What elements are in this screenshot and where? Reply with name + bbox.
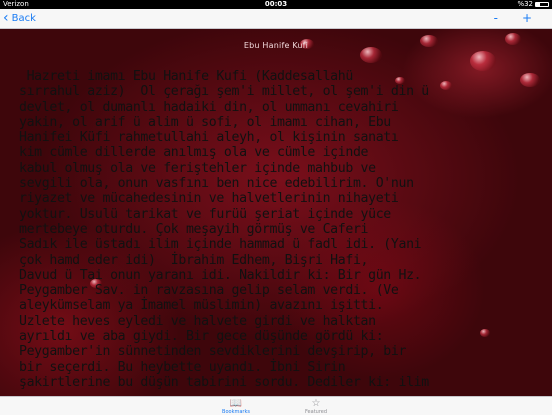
text-line: sırrahul aziz) Ol çerağı şem'i millet, o… [19, 84, 429, 100]
text-line: Hanifei Küfi rahmetullahi aleyh, ol kişi… [19, 130, 399, 146]
text-line: mertebeye oturdu. Çok meşayih görmüş ve … [19, 221, 369, 237]
text-line: çok hamd eder idi) İbrahim Edhem, Bişri … [19, 252, 369, 268]
clock: 00:03 [264, 0, 288, 8]
back-button[interactable]: ‹ Back [3, 11, 36, 26]
font-larger-button[interactable]: + [522, 11, 532, 26]
text-line: riyazet ve mücahedesinin ve halvetlerini… [19, 191, 399, 207]
navigation-bar: ‹ Back - + [0, 9, 552, 29]
tab-label: Bookmarks [222, 409, 250, 415]
text-line: devlet, ol dumanlı hadaiki din, ol umman… [19, 99, 399, 115]
chapter-text: Hazreti imamı Ebu Hanife Kufi (Kaddesall… [19, 69, 535, 390]
text-line: ayrıldı ve aba giydi. Bir gece düşünde g… [19, 329, 384, 345]
text-line: Hazreti imamı Ebu Hanife Kufi (Kaddesall… [19, 69, 354, 84]
tab-bar: 📖 Bookmarks ☆ Featured [0, 396, 552, 415]
text-line: bir seçerdi. Bu heybette uyandı. İbni Si… [19, 359, 346, 375]
chapter-title: Ebu Hanife Kufi [243, 41, 309, 50]
font-smaller-button[interactable]: - [494, 11, 498, 26]
battery-fill [536, 3, 540, 6]
text-line: Peygamber Sav. in ravzasına gelip selam … [19, 283, 399, 299]
text-line: yakin, ol arif ü alim ü sofi, ol imamı c… [19, 114, 391, 130]
tab-label: Featured [304, 409, 328, 415]
text-line: Uzlete heves eyledi ve halvete girdi ve … [19, 313, 376, 329]
text-line: sevgili ola, onun vasfını ben nice edebi… [19, 176, 414, 192]
battery-indicator: %32 [517, 0, 549, 9]
font-size-controls: - + [494, 11, 532, 26]
battery-percent: %32 [517, 0, 533, 8]
text-line: şakirtlerine bu düşün tabirini sordu. De… [19, 374, 429, 390]
status-bar: Verizon 00:03 %32 [0, 0, 552, 9]
tab-bookmarks[interactable]: 📖 Bookmarks [206, 398, 266, 415]
text-line: kabul olmuş ola ve feriştehler içinde ma… [19, 160, 376, 176]
text-line: Sadık ile üstadı ilim içinde hammad ü fa… [19, 237, 422, 253]
text-line: aleykümselam ya İmamel müslimin) avazını… [19, 298, 384, 314]
reader-content[interactable]: Ebu Hanife Kufi Hazreti imamı Ebu Hanife… [0, 29, 552, 396]
battery-icon [535, 2, 549, 7]
text-line: kim cümle dillerde anılmış ola ve cümle … [19, 145, 369, 161]
back-label: Back [11, 13, 36, 24]
water-drop-decoration [470, 51, 496, 71]
text-line: Peygamber'in sünnetinden sevdiklerini de… [19, 344, 407, 360]
text-line: yoktur. Usulü tarikat ve furüü şeriat iç… [19, 206, 391, 222]
book-icon: 📖 [229, 398, 243, 409]
tab-featured[interactable]: ☆ Featured [286, 398, 346, 415]
star-icon: ☆ [311, 398, 321, 409]
text-line: Davud ü Tai onun yaranı idi. Nakildir ki… [19, 267, 422, 283]
chevron-left-icon: ‹ [3, 10, 9, 26]
